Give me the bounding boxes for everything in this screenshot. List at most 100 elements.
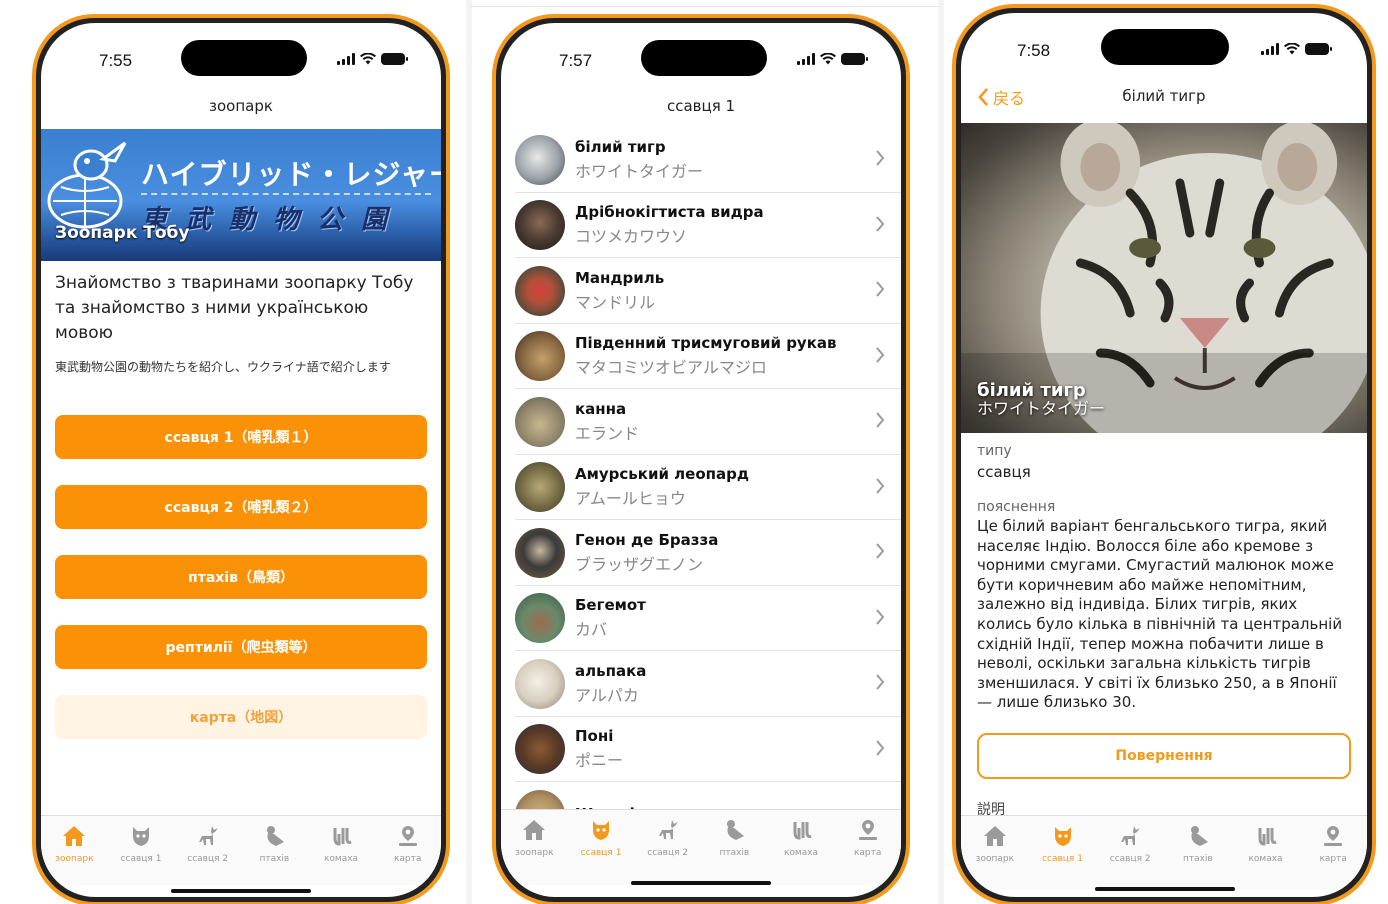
battery-icon: [381, 53, 408, 65]
animal-thumbnail: [515, 462, 565, 513]
tab-mammals1[interactable]: ссавця 1: [108, 816, 175, 885]
tab-insects[interactable]: комаха: [768, 810, 835, 885]
list-item[interactable]: Генон де Бразза ブラッザグエノン: [501, 520, 901, 586]
animal-list: білий тигр ホワイトタイガー Дрібнокігтиста видра コ…: [501, 127, 901, 848]
tab-mammals1[interactable]: ссавця 1: [568, 810, 635, 885]
list-item[interactable]: альпака アルパカ: [501, 651, 901, 717]
tab-mammals2[interactable]: ссавця 2: [174, 816, 241, 885]
back-label: 戻る: [993, 89, 1026, 108]
animal-thumbnail: [515, 724, 565, 775]
animal-thumbnail: [515, 593, 565, 644]
chevron-right-icon: [876, 412, 885, 428]
status-bar: 7:57: [501, 23, 901, 81]
list-item[interactable]: Поні ポニー: [501, 717, 901, 783]
tab-bar: зоопарк ссавця 1 ссавця 2 птахів комаха …: [41, 815, 441, 885]
list-item[interactable]: канна エランド: [501, 389, 901, 455]
tab-label: ссавця 2: [187, 854, 229, 864]
tab-label: птахів: [1182, 854, 1213, 864]
bird-icon: [727, 820, 745, 840]
animal-name: альпака: [575, 661, 647, 680]
animal-name: канна: [575, 399, 627, 418]
tab-birds[interactable]: птахів: [701, 810, 768, 885]
return-button[interactable]: Повернення: [977, 733, 1351, 779]
home-indicator[interactable]: [1095, 887, 1235, 891]
list-item[interactable]: Дрібнокігтиста видра コツメカワウソ: [501, 193, 901, 259]
tab-insects[interactable]: комаха: [308, 816, 375, 885]
type-label: типу: [977, 443, 1012, 459]
chevron-right-icon: [876, 150, 885, 166]
tab-label: комаха: [1248, 854, 1283, 864]
tab-map[interactable]: карта: [1299, 816, 1367, 889]
tab-label: ссавця 1: [120, 854, 162, 864]
nav-title: білий тигр: [1122, 87, 1206, 105]
mammal-icon: [593, 821, 609, 840]
animal-name: Амурський леопард: [575, 465, 749, 484]
banner-jp-line1: ハイブリッド・レジャーランド: [141, 158, 441, 191]
mammal-icon: [133, 827, 149, 846]
status-bar: 7:58: [961, 13, 1367, 71]
chevron-right-icon: [876, 281, 885, 297]
status-bar: 7:55: [41, 23, 441, 81]
deer-icon: [1121, 826, 1141, 845]
description-label: пояснення: [977, 499, 1056, 515]
mammals2-button[interactable]: ссавця 2（哺乳類２）: [55, 485, 427, 529]
tab-map[interactable]: карта: [374, 816, 441, 885]
list-item[interactable]: Мандриль マンドリル: [501, 258, 901, 324]
status-icons: [337, 53, 408, 65]
back-button[interactable]: 戻る: [977, 85, 1025, 109]
chevron-right-icon: [876, 215, 885, 232]
tab-mammals1[interactable]: ссавця 1: [1029, 816, 1097, 889]
list-item[interactable]: Південний трисмуговий рукав マタコミツオビアルマジロ: [501, 324, 901, 390]
tab-bar: зоопарк ссавця 1 ссавця 2 птахів комаха …: [961, 815, 1367, 889]
list-item[interactable]: білий тигр ホワイトタイガー: [501, 127, 901, 193]
status-time: 7:58: [1017, 41, 1051, 60]
mascot-logo-icon: [47, 141, 127, 229]
hero-subtitle: ホワイトタイガー: [977, 399, 1106, 418]
home-indicator[interactable]: [631, 881, 771, 885]
animal-thumbnail: [515, 331, 565, 382]
deer-icon: [658, 820, 678, 839]
status-time: 7:57: [559, 51, 593, 70]
tab-map[interactable]: карта: [834, 810, 901, 885]
dynamic-island: [1101, 29, 1229, 65]
nav-title: зоопарк: [209, 97, 273, 115]
divider: [470, 6, 940, 7]
tab-label: карта: [1319, 854, 1347, 864]
zoo-banner: ハイブリッド・レジャーランド 東武動物公園 Зоопарк Тобу: [41, 129, 441, 261]
tab-label: ссавця 2: [647, 848, 689, 858]
animal-name: Дрібнокігтиста видра: [575, 203, 764, 222]
signal-icon: [797, 53, 815, 65]
animal-jp-name: ホワイトタイガー: [575, 161, 704, 181]
wifi-icon: [360, 53, 376, 65]
tab-label: зоопарк: [515, 848, 554, 858]
birds-button[interactable]: птахів（鳥類）: [55, 555, 427, 599]
animal-name: Генон де Бразза: [575, 530, 719, 549]
list-item[interactable]: Бегемот カバ: [501, 586, 901, 652]
tab-birds[interactable]: птахів: [241, 816, 308, 885]
insect-icon: [1258, 828, 1277, 846]
insect-icon: [333, 828, 352, 846]
tab-mammals2[interactable]: ссавця 2: [634, 810, 701, 885]
nav-title: ссавця 1: [666, 97, 736, 115]
list-item[interactable]: Амурський леопард アムールヒョウ: [501, 455, 901, 521]
intro-text: Знайомство з тваринами зоопарку Тобу та …: [55, 273, 414, 343]
tab-label: комаха: [783, 848, 819, 858]
animal-jp-name: エランド: [575, 423, 640, 443]
tab-zoo[interactable]: зоопарк: [961, 816, 1029, 889]
map-button[interactable]: карта（地図）: [55, 695, 427, 739]
tab-label: зоопарк: [55, 854, 94, 864]
tab-zoo[interactable]: зоопарк: [41, 816, 108, 885]
tab-birds[interactable]: птахів: [1164, 816, 1232, 889]
chevron-right-icon: [876, 674, 885, 690]
tab-mammals2[interactable]: ссавця 2: [1096, 816, 1164, 889]
home-indicator[interactable]: [171, 889, 311, 893]
wifi-icon: [1284, 43, 1300, 55]
bird-icon: [267, 826, 285, 846]
tab-insects[interactable]: комаха: [1232, 816, 1300, 889]
reptiles-button[interactable]: рептилії（爬虫類等）: [55, 625, 427, 669]
mammals1-button[interactable]: ссавця 1（哺乳類１）: [55, 415, 427, 459]
status-icons: [797, 53, 868, 65]
animal-jp-name: マタコミツオビアルマジロ: [575, 358, 767, 378]
map-pin-icon: [858, 820, 877, 840]
tab-zoo[interactable]: зоопарк: [501, 810, 568, 885]
